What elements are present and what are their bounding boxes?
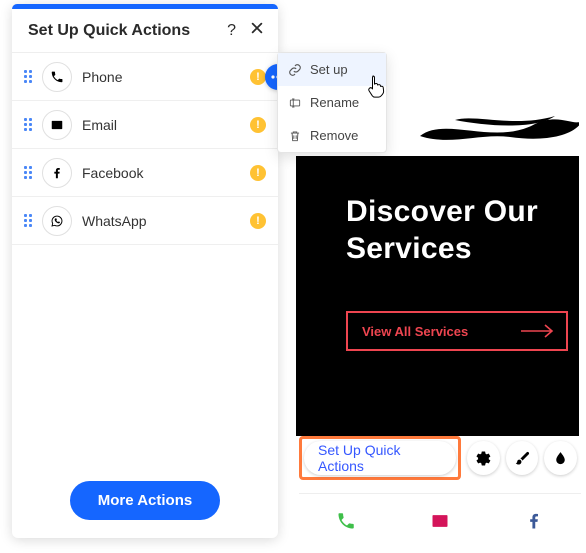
drag-handle-icon[interactable] bbox=[24, 70, 32, 84]
context-menu: Set up Rename Remove bbox=[277, 52, 387, 153]
facebook-icon bbox=[524, 511, 544, 531]
context-item-label: Remove bbox=[310, 128, 358, 143]
warning-icon: ! bbox=[250, 213, 266, 229]
context-item-label: Rename bbox=[310, 95, 359, 110]
warning-icon: ! bbox=[250, 117, 266, 133]
trash-icon bbox=[288, 129, 302, 143]
action-label: Phone bbox=[82, 69, 240, 85]
quickbar-email[interactable] bbox=[393, 494, 487, 547]
action-row-phone[interactable]: Phone ! bbox=[12, 53, 278, 101]
pill-label: Set Up Quick Actions bbox=[318, 442, 442, 474]
action-label: Email bbox=[82, 117, 240, 133]
hero-heading: Discover Our Services bbox=[346, 194, 579, 267]
whatsapp-icon bbox=[42, 206, 72, 236]
context-item-label: Set up bbox=[310, 62, 348, 77]
action-row-whatsapp[interactable]: WhatsApp ! bbox=[12, 197, 278, 245]
color-button[interactable] bbox=[544, 441, 577, 475]
warning-icon: ! bbox=[250, 69, 266, 85]
drag-handle-icon[interactable] bbox=[24, 118, 32, 132]
preview-toolbar: Set Up Quick Actions bbox=[299, 433, 577, 483]
quick-actions-bar bbox=[299, 493, 581, 547]
toolbar-highlight: Set Up Quick Actions bbox=[299, 436, 461, 480]
preview-hero: Discover Our Services View All Services bbox=[296, 156, 579, 436]
quick-actions-panel: Set Up Quick Actions ? Phone ! Email bbox=[12, 4, 278, 538]
facebook-icon bbox=[42, 158, 72, 188]
phone-icon bbox=[42, 62, 72, 92]
email-icon bbox=[430, 511, 450, 531]
design-button[interactable] bbox=[506, 441, 539, 475]
setup-quick-actions-pill[interactable]: Set Up Quick Actions bbox=[304, 441, 456, 475]
view-all-services-button[interactable]: View All Services bbox=[346, 311, 568, 351]
paintbrush-icon bbox=[514, 450, 531, 467]
settings-button[interactable] bbox=[467, 441, 500, 475]
more-actions-button[interactable]: More Actions bbox=[70, 481, 220, 520]
gear-icon bbox=[475, 450, 492, 467]
action-row-email[interactable]: Email ! bbox=[12, 101, 278, 149]
quickbar-phone[interactable] bbox=[299, 494, 393, 547]
action-row-facebook[interactable]: Facebook ! bbox=[12, 149, 278, 197]
drag-handle-icon[interactable] bbox=[24, 166, 32, 180]
warning-icon: ! bbox=[250, 165, 266, 181]
help-icon[interactable]: ? bbox=[227, 22, 236, 40]
action-label: Facebook bbox=[82, 165, 240, 181]
panel-title: Set Up Quick Actions bbox=[28, 22, 190, 40]
phone-icon bbox=[336, 511, 356, 531]
rename-icon bbox=[288, 96, 302, 110]
close-icon[interactable] bbox=[250, 21, 264, 40]
hero-heading-line: Services bbox=[346, 231, 579, 268]
droplet-icon bbox=[552, 450, 569, 467]
context-item-remove[interactable]: Remove bbox=[278, 119, 386, 152]
action-list: Phone ! Email ! Facebook ! bbox=[12, 53, 278, 469]
panel-header: Set Up Quick Actions ? bbox=[12, 9, 278, 53]
hero-heading-line: Discover Our bbox=[346, 194, 579, 231]
arrow-right-icon bbox=[520, 324, 554, 338]
email-icon bbox=[42, 110, 72, 140]
link-icon bbox=[288, 63, 302, 77]
pointer-cursor-icon bbox=[366, 74, 388, 98]
brush-stroke-graphic bbox=[415, 106, 579, 150]
view-all-label: View All Services bbox=[362, 324, 468, 339]
drag-handle-icon[interactable] bbox=[24, 214, 32, 228]
action-label: WhatsApp bbox=[82, 213, 240, 229]
quickbar-facebook[interactable] bbox=[487, 494, 581, 547]
